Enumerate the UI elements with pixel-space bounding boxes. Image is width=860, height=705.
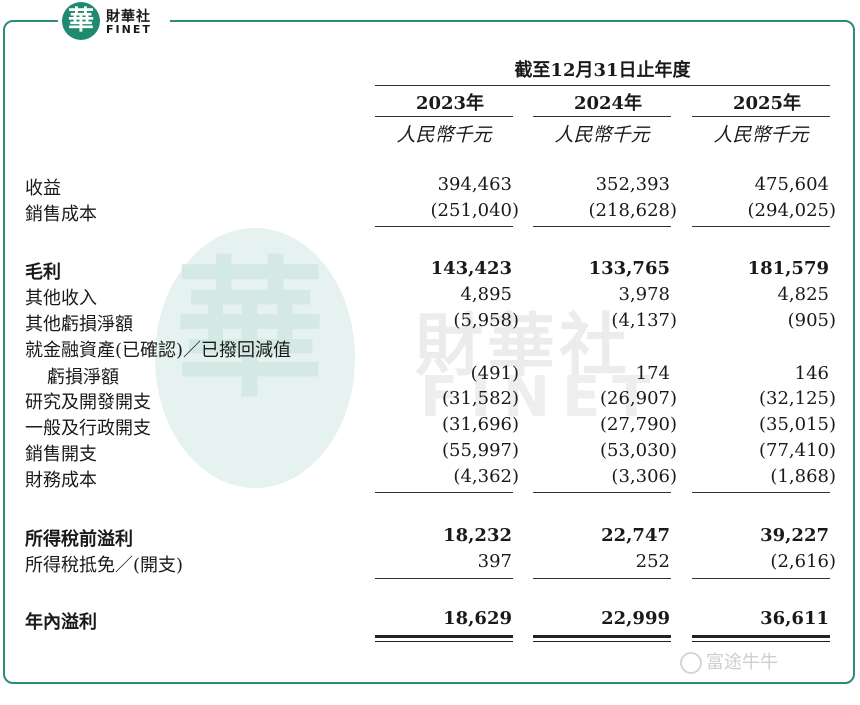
row-value: (4,137) <box>611 310 677 331</box>
subtotal-rule <box>692 226 830 227</box>
row-value: (31,696) <box>441 414 519 435</box>
row-value: (35,015) <box>758 414 836 435</box>
row-value: 4,825 <box>777 284 829 305</box>
row-value: (4,362) <box>453 466 519 487</box>
row-value: 22,747 <box>601 525 670 546</box>
subtotal-rule <box>533 226 671 227</box>
year-2025: 2025年 <box>732 93 802 114</box>
row-label: 年內溢利 <box>25 612 97 633</box>
row-value: (491) <box>470 363 519 384</box>
row-value: (53,030) <box>599 440 677 461</box>
row-value: 181,579 <box>747 258 829 279</box>
row-value: 22,999 <box>601 608 670 629</box>
row-value: 4,895 <box>460 284 512 305</box>
row-value: 18,629 <box>443 608 512 629</box>
row-value: (31,582) <box>441 388 519 409</box>
row-value: 475,604 <box>754 174 829 195</box>
row-label: 財務成本 <box>25 470 97 491</box>
unit-label: 人民幣千元 <box>554 124 650 146</box>
subtotal-rule <box>533 578 671 579</box>
row-value: (5,958) <box>453 310 519 331</box>
subtotal-rule <box>375 492 513 493</box>
row-label: 其他虧損淨額 <box>25 314 133 335</box>
row-value: (77,410) <box>758 440 836 461</box>
row-value: 146 <box>794 363 829 384</box>
row-label: 銷售開支 <box>25 444 97 465</box>
row-value: (32,125) <box>758 388 836 409</box>
row-label: 所得稅前溢利 <box>25 529 133 550</box>
row-value: 397 <box>477 551 512 572</box>
futu-brand: 富途牛牛 <box>706 652 778 673</box>
row-value: 133,765 <box>588 258 670 279</box>
row-value: 3,978 <box>618 284 670 305</box>
year-rule <box>692 116 830 117</box>
row-label: 毛利 <box>25 262 61 283</box>
year-rule <box>533 116 671 117</box>
row-value: (55,997) <box>441 440 519 461</box>
futu-watermark: 富途牛牛 <box>680 648 778 674</box>
row-value: (3,306) <box>611 466 677 487</box>
row-value: 394,463 <box>437 174 512 195</box>
year-2023: 2023年 <box>415 93 485 114</box>
year-2024: 2024年 <box>573 93 643 114</box>
logo-en-text: FINET <box>106 23 152 36</box>
row-value: (905) <box>787 310 836 331</box>
row-value: (218,628) <box>588 200 677 221</box>
row-label: 銷售成本 <box>25 204 97 225</box>
total-double-rule <box>533 635 671 642</box>
row-value: (1,868) <box>770 466 836 487</box>
unit-label: 人民幣千元 <box>713 124 809 146</box>
header-rule <box>375 85 830 86</box>
row-label: 一般及行政開支 <box>25 418 151 439</box>
finet-logo-icon: 華 <box>62 2 100 40</box>
row-label: 虧損淨額 <box>47 367 119 388</box>
row-value: 143,423 <box>430 258 512 279</box>
subtotal-rule <box>533 492 671 493</box>
row-label: 所得稅抵免／(開支) <box>25 555 184 576</box>
row-value: 39,227 <box>760 525 829 546</box>
row-label: 收益 <box>25 178 61 199</box>
row-value: (294,025) <box>747 200 836 221</box>
row-value: (251,040) <box>430 200 519 221</box>
row-label: 就金融資產(已確認)／已撥回減值 <box>25 340 292 361</box>
futu-logo-icon <box>680 652 702 674</box>
total-double-rule <box>375 635 513 642</box>
subtotal-rule <box>692 492 830 493</box>
period-header: 截至12月31日止年度 <box>514 60 691 81</box>
row-value: 252 <box>635 551 670 572</box>
row-label: 研究及開發開支 <box>25 392 151 413</box>
row-value: 36,611 <box>760 608 829 629</box>
total-double-rule <box>692 635 830 642</box>
row-value: 174 <box>635 363 670 384</box>
row-label: 其他收入 <box>25 288 97 309</box>
unit-label: 人民幣千元 <box>396 124 492 146</box>
row-value: (26,907) <box>599 388 677 409</box>
finet-logo: 華 財華社 FINET <box>58 0 170 44</box>
watermark-glyph: 華 <box>175 242 326 418</box>
year-rule <box>375 116 513 117</box>
row-value: 352,393 <box>595 174 670 195</box>
subtotal-rule <box>375 578 513 579</box>
row-value: (2,616) <box>770 551 836 572</box>
subtotal-rule <box>375 226 513 227</box>
row-value: 18,232 <box>443 525 512 546</box>
subtotal-rule <box>692 578 830 579</box>
row-value: (27,790) <box>599 414 677 435</box>
